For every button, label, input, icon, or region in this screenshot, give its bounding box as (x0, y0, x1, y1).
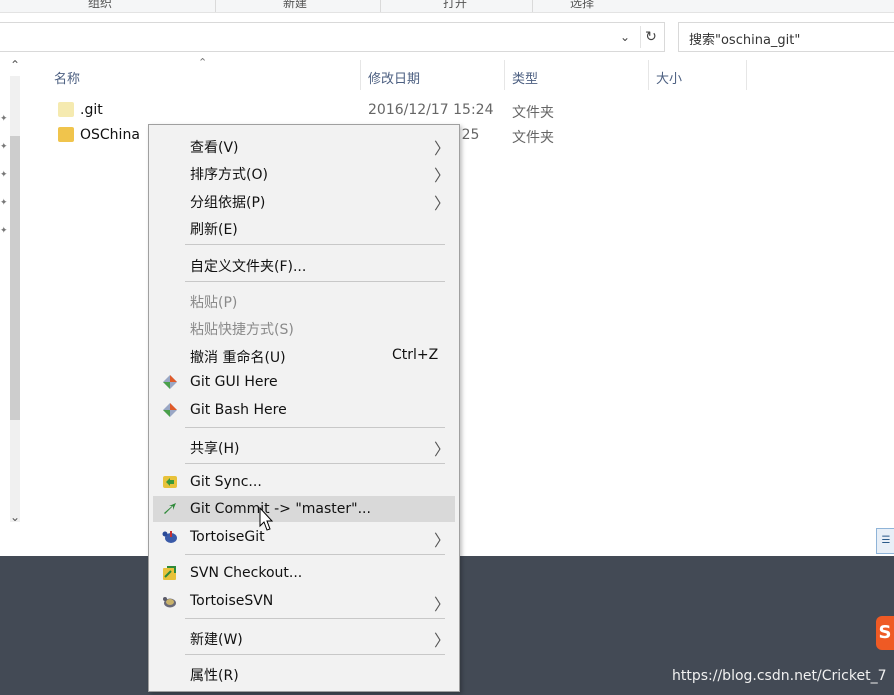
chevron-down-icon[interactable]: ⌄ (616, 28, 634, 46)
sogou-ime-icon[interactable]: S (876, 616, 894, 650)
tortoisesvn-icon (163, 597, 176, 608)
context-menu: 查看(V) 〉 排序方式(O) 〉 分组依据(P) 〉 刷新(E) 自定义文件夹… (148, 124, 460, 692)
git-commit-icon (164, 503, 176, 514)
pin-icon: ✦ (0, 226, 8, 236)
search-placeholder: 搜索"oschina_git" (689, 33, 801, 48)
pin-icon: ✦ (0, 142, 8, 152)
menu-separator (185, 618, 445, 619)
mouse-cursor-icon (259, 506, 274, 531)
menu-item-paste-shortcut: 粘贴快捷方式(S) (190, 322, 294, 338)
column-header-type[interactable]: 类型 (504, 60, 649, 90)
menu-separator (185, 244, 445, 245)
chevron-right-icon: 〉 (434, 631, 451, 650)
pin-icon: ✦ (0, 114, 8, 124)
git-sync-icon (163, 476, 177, 488)
chevron-right-icon: 〉 (434, 139, 451, 158)
chevron-up-icon[interactable]: ⌃ (10, 58, 20, 72)
nav-pane-scrollbar[interactable]: ⌃ ⌄ ✦ ✦ ✦ ✦ ✦ (0, 58, 28, 528)
menu-separator (185, 554, 445, 555)
menu-item-view[interactable]: 查看(V) 〉 (153, 132, 455, 158)
ribbon-group-new[interactable]: 新建 (255, 0, 335, 12)
chevron-right-icon: 〉 (434, 531, 451, 550)
ribbon-separator (215, 0, 216, 12)
address-bar[interactable]: ⌄ ↻ (0, 22, 665, 52)
menu-item-tortoisegit[interactable]: TortoiseGit 〉 (153, 524, 455, 550)
chevron-right-icon: 〉 (434, 440, 451, 459)
menu-item-new[interactable]: 新建(W) 〉 (153, 624, 455, 650)
menu-item-refresh[interactable]: 刷新(E) (153, 214, 455, 240)
column-header-size[interactable]: 大小 (648, 60, 747, 90)
folder-icon (58, 127, 74, 142)
menu-separator (185, 281, 445, 282)
chevron-right-icon: 〉 (434, 194, 451, 213)
git-icon (163, 403, 177, 417)
details-view-icon[interactable]: ☰ (876, 528, 894, 554)
menu-item-properties[interactable]: 属性(R) (153, 660, 455, 686)
git-icon (163, 375, 177, 389)
pin-icon: ✦ (0, 198, 8, 208)
watermark: https://blog.csdn.net/Cricket_7 (672, 668, 887, 684)
sort-ascending-icon: ⌃ (198, 56, 208, 69)
menu-item-git-bash[interactable]: Git Bash Here (153, 397, 455, 423)
shortcut-label: Ctrl+Z (392, 347, 439, 363)
menu-item-sort[interactable]: 排序方式(O) 〉 (153, 159, 455, 185)
menu-item-undo-rename[interactable]: 撤消 重命名(U) Ctrl+Z (153, 342, 455, 368)
svn-checkout-icon (163, 566, 176, 580)
folder-icon (58, 102, 74, 117)
menu-item-tortoisesvn[interactable]: TortoiseSVN 〉 (153, 588, 455, 614)
ribbon-group-organize[interactable]: 组织 (60, 0, 140, 12)
ribbon-separator (380, 0, 381, 12)
refresh-icon[interactable]: ↻ (640, 26, 661, 48)
menu-separator (185, 654, 445, 655)
column-header-modified[interactable]: 修改日期 (360, 60, 505, 90)
ribbon-separator (532, 0, 533, 12)
search-input[interactable]: 搜索"oschina_git" (678, 22, 894, 52)
chevron-right-icon: 〉 (434, 166, 451, 185)
tortoisegit-icon (162, 531, 177, 543)
menu-item-git-gui[interactable]: Git GUI Here (153, 369, 455, 395)
pin-icon: ✦ (0, 170, 8, 180)
chevron-down-icon[interactable]: ⌄ (10, 510, 20, 524)
menu-item-git-sync[interactable]: Git Sync... (153, 469, 455, 495)
chevron-right-icon: 〉 (434, 595, 451, 614)
menu-item-customize-folder[interactable]: 自定义文件夹(F)... (153, 251, 455, 277)
menu-separator (185, 427, 445, 428)
menu-item-paste: 粘贴(P) (190, 295, 238, 311)
ribbon-group-open[interactable]: 打开 (415, 0, 495, 12)
menu-item-git-commit[interactable]: Git Commit -> "master"... (153, 496, 455, 522)
menu-item-svn-checkout[interactable]: SVN Checkout... (153, 560, 455, 586)
file-row-git[interactable]: .git 2016/12/17 15:24 文件夹 (56, 100, 656, 122)
menu-item-share[interactable]: 共享(H) 〉 (153, 433, 455, 459)
ribbon: 组织 新建 打开 选择 (0, 0, 894, 13)
ribbon-group-select[interactable]: 选择 (542, 0, 622, 12)
scroll-thumb[interactable] (10, 136, 20, 420)
menu-item-group[interactable]: 分组依据(P) 〉 (153, 187, 455, 213)
menu-separator (185, 463, 445, 464)
